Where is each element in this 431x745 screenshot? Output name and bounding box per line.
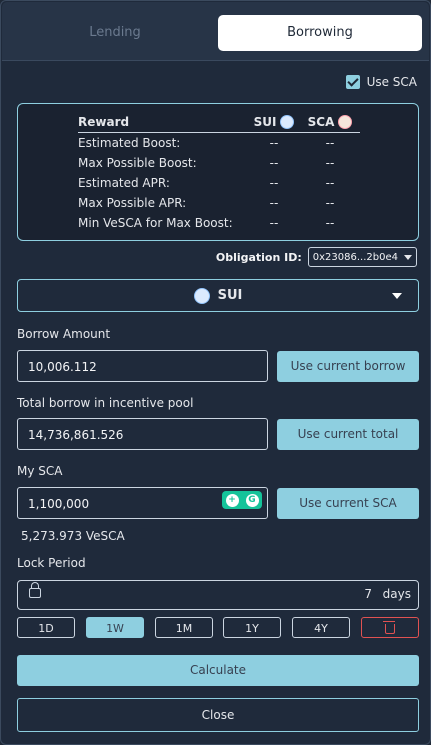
- obligation-value: 0x23086...2b0e4: [312, 251, 398, 263]
- use-current-borrow-button[interactable]: Use current borrow: [277, 351, 419, 382]
- borrow-calculator-modal: Lending Borrowing Use SCA Reward SUI SCA…: [0, 0, 431, 745]
- row-name: Max Possible APR:: [78, 196, 187, 210]
- lock-period-input[interactable]: 7 days: [17, 580, 419, 610]
- obligation-id: Obligation ID: 0x23086...2b0e4: [216, 247, 417, 267]
- row-name: Max Possible Boost:: [78, 156, 197, 170]
- period-1m-button[interactable]: 1M: [155, 617, 213, 638]
- row-name: Estimated Boost:: [78, 136, 181, 150]
- total-borrow-input[interactable]: 14,736,861.526: [17, 418, 268, 450]
- sca-column-header: SCA: [300, 115, 360, 129]
- tab-bar: Lending Borrowing: [2, 2, 429, 61]
- table-row: Estimated APR: -- --: [78, 173, 360, 193]
- reward-table-header: Reward SUI SCA: [78, 112, 360, 133]
- row-sca-value: --: [325, 196, 335, 210]
- row-name: Estimated APR:: [78, 176, 170, 190]
- sui-column-header: SUI: [248, 115, 300, 129]
- table-row: Min VeSCA for Max Boost: -- --: [78, 213, 360, 233]
- coin-select[interactable]: SUI: [17, 279, 419, 312]
- row-sui-value: --: [269, 136, 279, 150]
- table-row: Max Possible APR: -- --: [78, 193, 360, 213]
- row-sui-value: --: [269, 176, 279, 190]
- sca-token-icon: [338, 115, 353, 129]
- use-sca-label: Use SCA: [366, 75, 417, 89]
- row-sui-value: --: [269, 196, 279, 210]
- trash-icon: [383, 621, 395, 634]
- row-sui-value: --: [269, 156, 279, 170]
- use-current-total-button[interactable]: Use current total: [277, 419, 419, 450]
- tab-borrowing[interactable]: Borrowing: [218, 15, 422, 51]
- vesca-amount: 5,273.973 VeSCA: [21, 529, 125, 543]
- tab-lending[interactable]: Lending: [20, 15, 210, 51]
- lock-period-value: 7: [364, 587, 372, 601]
- obligation-label: Obligation ID:: [215, 250, 302, 264]
- period-1d-button[interactable]: 1D: [17, 617, 75, 638]
- grammarly-widget[interactable]: + G: [222, 491, 262, 509]
- borrow-amount-label: Borrow Amount: [17, 327, 111, 341]
- lock-period-unit: days: [382, 587, 411, 601]
- my-sca-label: My SCA: [17, 464, 63, 478]
- coin-select-value: SUI: [217, 288, 243, 303]
- period-1y-button[interactable]: 1Y: [223, 617, 281, 638]
- use-current-sca-button[interactable]: Use current SCA: [277, 488, 419, 519]
- borrow-amount-input[interactable]: 10,006.112: [17, 350, 268, 382]
- sui-token-icon: [193, 287, 210, 304]
- row-sca-value: --: [325, 136, 335, 150]
- obligation-select[interactable]: 0x23086...2b0e4: [307, 247, 417, 267]
- chevron-down-icon: [404, 254, 412, 260]
- lock-icon: [29, 582, 41, 598]
- table-row: Estimated Boost: -- --: [78, 133, 360, 153]
- period-1w-button[interactable]: 1W: [86, 617, 144, 638]
- row-name: Min VeSCA for Max Boost:: [78, 216, 233, 230]
- row-sca-value: --: [325, 216, 335, 230]
- calculate-button[interactable]: Calculate: [17, 655, 419, 686]
- sca-header-label: SCA: [307, 115, 335, 129]
- total-borrow-label: Total borrow in incentive pool: [17, 396, 194, 410]
- sui-token-icon: [280, 115, 295, 129]
- clear-period-button[interactable]: [361, 617, 419, 638]
- use-sca-toggle[interactable]: Use SCA: [345, 75, 417, 89]
- period-4y-button[interactable]: 4Y: [292, 617, 350, 638]
- lock-period-label: Lock Period: [17, 556, 86, 570]
- grammarly-plus-icon: +: [225, 493, 239, 507]
- row-sca-value: --: [325, 156, 335, 170]
- table-row: Max Possible Boost: -- --: [78, 153, 360, 173]
- reward-header: Reward: [78, 115, 130, 129]
- row-sui-value: --: [269, 216, 279, 230]
- reward-table: Reward SUI SCA Estimated Boost: -- -- Ma…: [78, 112, 360, 233]
- reward-summary: Reward SUI SCA Estimated Boost: -- -- Ma…: [17, 103, 419, 241]
- chevron-down-icon: [392, 293, 402, 299]
- row-sca-value: --: [325, 176, 335, 190]
- use-sca-checkbox[interactable]: [345, 75, 360, 89]
- close-button[interactable]: Close: [17, 698, 419, 732]
- sui-header-label: SUI: [253, 115, 277, 129]
- grammarly-g-icon: G: [245, 493, 259, 507]
